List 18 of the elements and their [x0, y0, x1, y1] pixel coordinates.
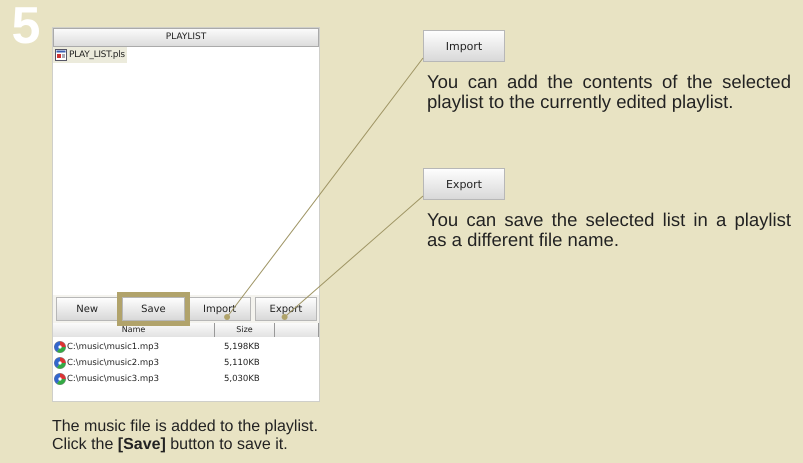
table-cell: C:\music\music1.mp3	[53, 341, 224, 353]
table-cell: C:\music\music2.mp3	[53, 357, 224, 369]
caption-text: Click the [Save] button to save it.	[52, 436, 289, 454]
table-cell-text: 5,198KB	[224, 342, 261, 352]
step-number: 5	[10, 4, 42, 48]
callout-button[interactable]: Import	[423, 30, 505, 62]
callout-button[interactable]: Export	[423, 168, 505, 200]
callout-text: You can save the selected list in a playlist as a different file name.	[427, 210, 791, 250]
playlist-item[interactable]: PLAY_LIST.pls	[53, 47, 127, 63]
toolbar-button[interactable]: Save	[122, 297, 184, 321]
table-cell-text: 5,030KB	[224, 374, 261, 384]
table-cell: C:\music\music3.mp3	[53, 373, 224, 385]
caption-text: The music file is added to the playlist.	[52, 418, 319, 436]
playlist-header: PLAYLIST	[53, 28, 319, 47]
toolbar-button[interactable]: New	[56, 297, 118, 321]
table-cell-text: 5,110KB	[224, 358, 261, 368]
callout-text: You can add the contents of the selected playlist to the currently edited playlist.	[427, 72, 791, 112]
document-icon	[55, 49, 67, 61]
